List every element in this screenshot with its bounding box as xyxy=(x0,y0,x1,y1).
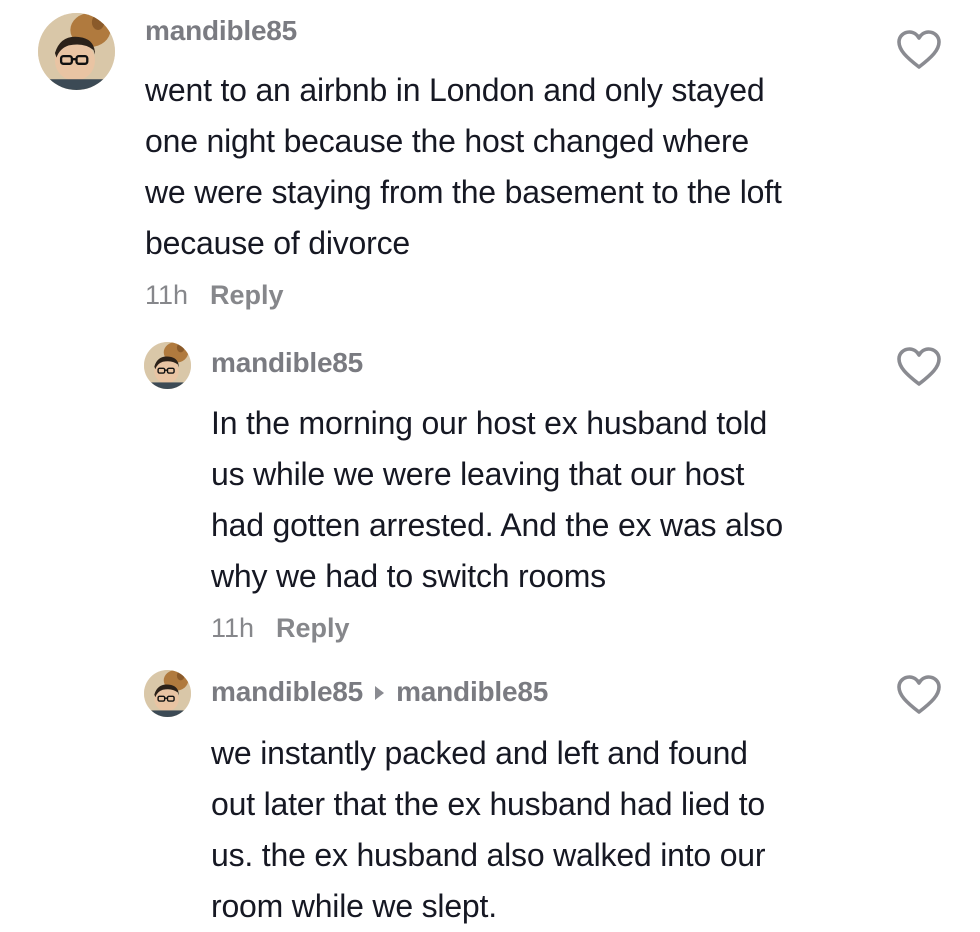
avatar[interactable] xyxy=(144,670,191,717)
comment-meta: 11h Reply xyxy=(211,613,350,644)
reply-button[interactable]: Reply xyxy=(210,280,284,310)
comment-username-row: mandible85 mandible85 xyxy=(211,676,548,708)
comment-text: went to an airbnb in London and only sta… xyxy=(145,72,782,261)
reply-button[interactable]: Reply xyxy=(276,613,350,643)
comment-timestamp: 11h xyxy=(211,613,255,643)
heart-outline-icon[interactable] xyxy=(896,346,942,388)
reply-to-username[interactable]: mandible85 xyxy=(396,676,548,707)
comment-timestamp: 11h xyxy=(145,280,189,310)
avatar[interactable] xyxy=(38,13,115,90)
heart-outline-icon[interactable] xyxy=(896,29,942,71)
comment-username[interactable]: mandible85 xyxy=(145,15,297,47)
comment-text: we instantly packed and left and found o… xyxy=(211,735,766,924)
comment-username[interactable]: mandible85 xyxy=(211,347,363,379)
comment-text: In the morning our host ex husband told … xyxy=(211,405,783,594)
comment-username[interactable]: mandible85 xyxy=(211,676,363,707)
avatar[interactable] xyxy=(144,342,191,389)
caret-right-icon xyxy=(375,685,385,700)
heart-outline-icon[interactable] xyxy=(896,674,942,716)
comment-meta: 11h Reply xyxy=(145,280,284,311)
